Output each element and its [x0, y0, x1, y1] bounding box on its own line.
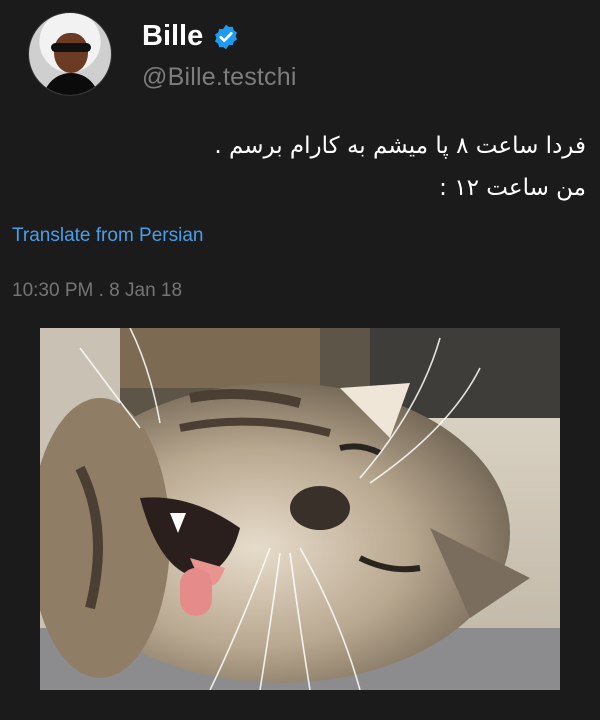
- tweet-photo[interactable]: [40, 328, 560, 690]
- avatar-sunglasses: [51, 43, 91, 52]
- display-name[interactable]: Bille: [142, 20, 203, 53]
- avatar-shirt: [43, 73, 99, 95]
- tweet-line-1: فردا ساعت ۸ پا میشم به کارام برسم .: [214, 133, 586, 159]
- avatar[interactable]: [28, 12, 112, 96]
- tweet-text: فردا ساعت ۸ پا میشم به کارام برسم . من س…: [26, 125, 586, 209]
- translate-link[interactable]: Translate from Persian: [12, 225, 203, 247]
- cat-photo-illustration: [40, 328, 560, 690]
- verified-badge-icon: [215, 24, 238, 49]
- tweet-header: Bille @Bille.testchi: [28, 12, 297, 96]
- user-handle[interactable]: @Bille.testchi: [142, 63, 297, 92]
- tweet-timestamp[interactable]: 10:30 PM . 8 Jan 18: [12, 280, 182, 302]
- user-names: Bille @Bille.testchi: [142, 17, 297, 92]
- avatar-face: [54, 33, 88, 73]
- name-row: Bille: [142, 17, 297, 57]
- tweet-line-2: من ساعت ۱۲ :: [439, 175, 586, 201]
